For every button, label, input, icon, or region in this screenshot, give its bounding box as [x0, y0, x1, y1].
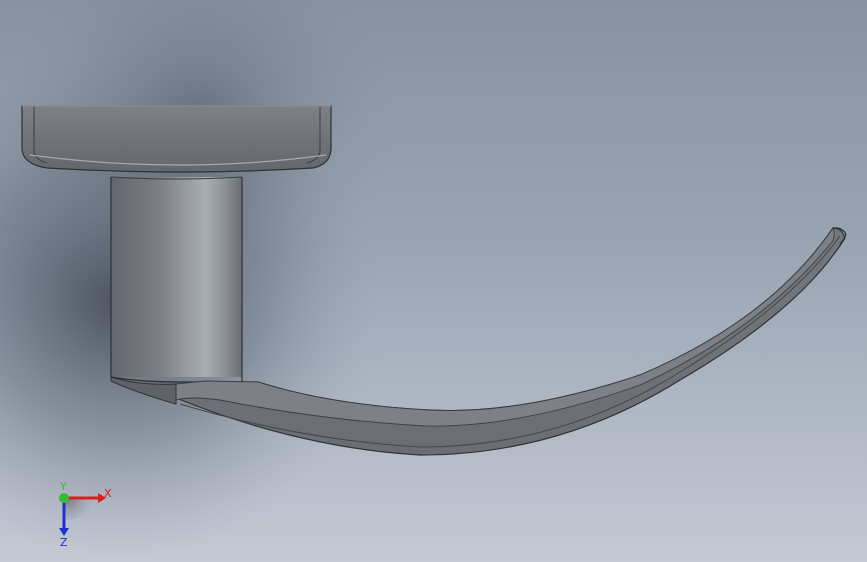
mounting-plate[interactable]	[21, 105, 332, 173]
axis-triad: X Y Z	[59, 480, 112, 549]
y-axis-label: Y	[59, 480, 67, 493]
lever-shaft[interactable]	[110, 176, 243, 382]
z-axis-label: Z	[60, 536, 68, 549]
door-lever-model[interactable]	[0, 0, 867, 562]
y-axis-dot	[59, 493, 69, 503]
x-axis-label: X	[104, 487, 112, 500]
graphics-viewport[interactable]: X Y Z	[0, 0, 867, 562]
z-axis-head	[59, 528, 69, 536]
